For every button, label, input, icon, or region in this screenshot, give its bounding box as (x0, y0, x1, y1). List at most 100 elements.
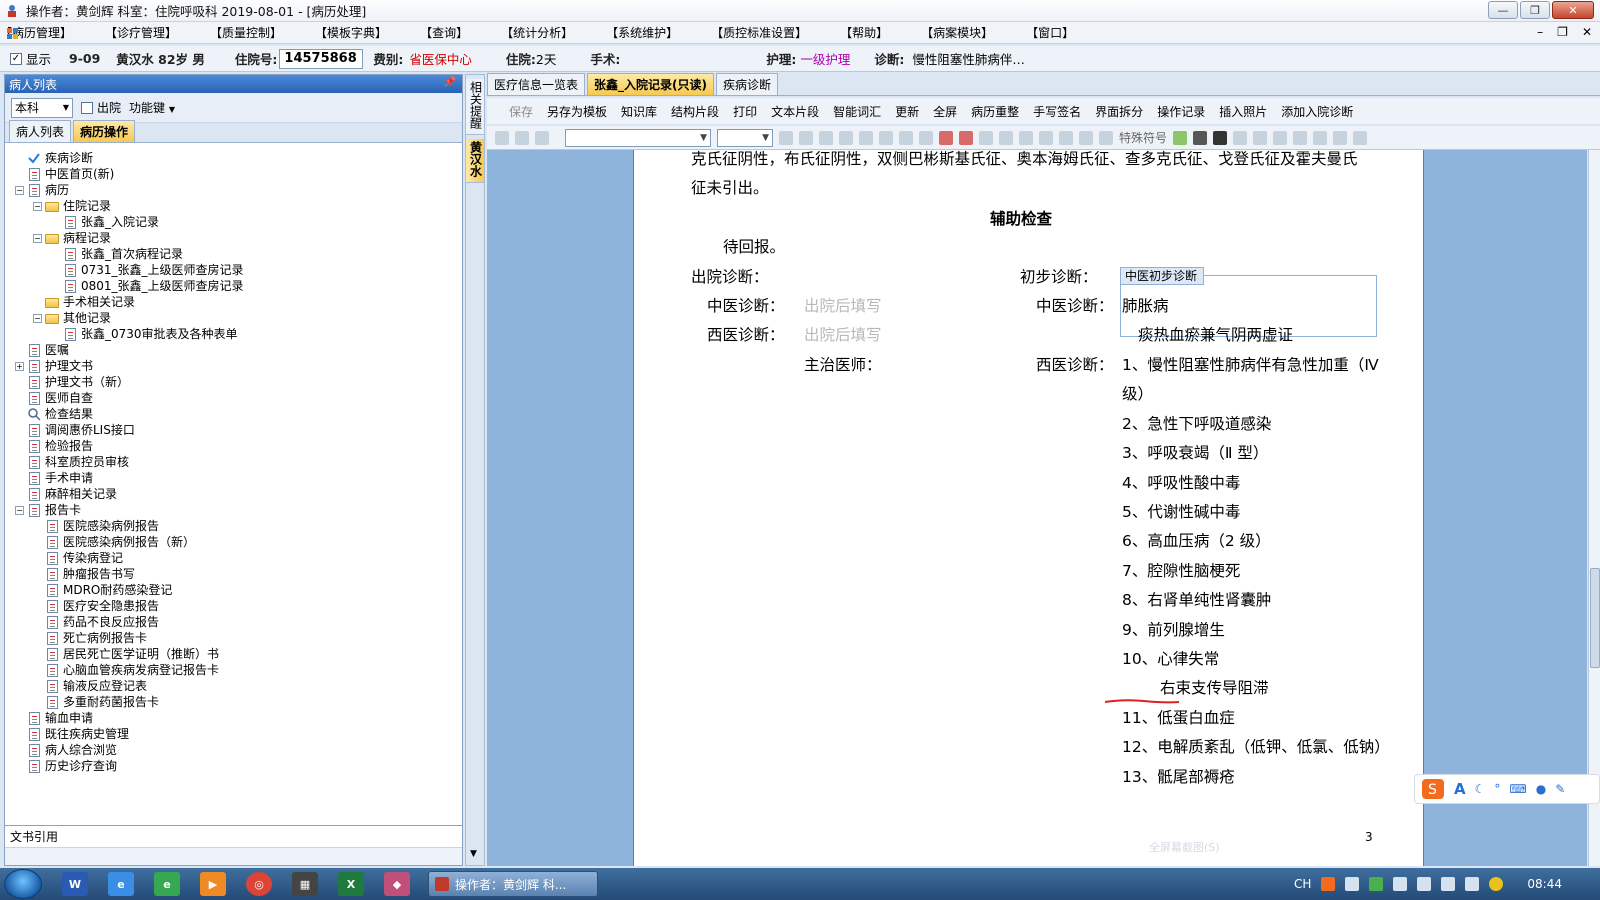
menu-statistics[interactable]: 【统计分析】 (501, 24, 573, 41)
search-icon[interactable] (1193, 130, 1208, 145)
menu-system[interactable]: 【系统维护】 (606, 24, 678, 41)
cells-icon[interactable] (1333, 130, 1348, 145)
tree-node[interactable]: − 其他记录 (5, 310, 462, 326)
tree-node[interactable]: − 住院记录 (5, 198, 462, 214)
tree-node[interactable]: − 病程记录 (5, 230, 462, 246)
menu-qc-standard[interactable]: 【质控标准设置】 (711, 24, 807, 41)
media-player-icon[interactable]: ▶ (200, 872, 226, 896)
volume-icon[interactable] (1393, 877, 1408, 891)
mdi-close-button[interactable]: ✕ (1582, 25, 1592, 39)
tree-node[interactable]: 检验报告 (5, 438, 462, 454)
tab-disease-diagnosis[interactable]: 疾病诊断 (716, 73, 779, 95)
wm-dx-item[interactable]: 7、腔隙性脑梗死 (1122, 559, 1240, 581)
tab-patient-list[interactable]: 病人列表 (9, 120, 72, 142)
wm-dx-item[interactable]: 10、心律失常 (1122, 647, 1219, 669)
wm-dx-item[interactable]: 11、低蛋白血症 (1122, 706, 1235, 728)
network-icon[interactable] (1417, 877, 1432, 891)
document-scrollbar[interactable] (1588, 150, 1600, 866)
list-icon[interactable] (919, 130, 933, 145)
operation-log-button[interactable]: 操作记录 (1157, 103, 1205, 120)
tree-node[interactable]: 输血申请 (5, 710, 462, 726)
sogou-tray-icon[interactable] (1321, 877, 1336, 891)
doc-reference-bar[interactable]: 文书引用 (5, 825, 462, 847)
wm-dx-item[interactable]: 6、高血压病（2 级） (1122, 529, 1271, 551)
justify-icon[interactable] (899, 130, 913, 145)
outdent-icon[interactable] (959, 130, 973, 145)
tree-node[interactable]: 调阅惠侨LIS接口 (5, 422, 462, 438)
moon-icon[interactable]: ☾ (1475, 782, 1486, 796)
insert-icon[interactable] (1173, 130, 1188, 145)
browser-360-icon[interactable]: e (154, 872, 180, 896)
ime-toolbar[interactable]: S A ☾ ° ⌨ ● ✎ (1414, 774, 1600, 804)
wm-dx-item[interactable]: 13、骶尾部褥疮 (1122, 765, 1235, 787)
show-checkbox[interactable]: ✓ (10, 52, 22, 65)
excel-icon[interactable]: X (338, 872, 364, 896)
wm-dx-item[interactable]: 右束支传导阻滞 (1160, 676, 1269, 698)
tree-node[interactable]: 科室质控员审核 (5, 454, 462, 470)
tree-expander-icon[interactable]: − (15, 185, 24, 195)
tree-expander-icon[interactable]: + (15, 361, 24, 371)
tree-node[interactable]: 张鑫_0730审批表及各种表单 (5, 326, 462, 342)
update-button[interactable]: 更新 (895, 103, 919, 120)
fill-icon[interactable] (1039, 130, 1053, 145)
tree-node[interactable]: 历史诊疗查询 (5, 758, 462, 774)
document-page[interactable]: 克氏征阴性，布氏征阴性，双侧巴彬斯基氏征、奥本海姆氏征、查多克氏征、戈登氏征及霍… (633, 150, 1424, 866)
tab-medical-overview[interactable]: 医疗信息一览表 (487, 73, 586, 95)
text-fragment-button[interactable]: 文本片段 (771, 103, 819, 120)
binoculars-icon[interactable] (1213, 130, 1228, 145)
discharge-checkbox[interactable] (81, 101, 93, 114)
tree-node[interactable]: 中医首页(新) (5, 166, 462, 182)
monitor-icon[interactable] (1441, 877, 1456, 891)
redo-icon[interactable] (535, 130, 549, 145)
tree-expander-icon[interactable]: − (15, 505, 24, 515)
table-icon[interactable] (1079, 130, 1093, 145)
pin-icon[interactable]: 📌 (444, 77, 456, 88)
strip-scroll-down-icon[interactable]: ▼ (470, 849, 477, 859)
tree-node[interactable]: 疾病诊断 (5, 150, 462, 166)
tree-expander-icon[interactable]: − (33, 313, 42, 323)
wm-dx-item[interactable]: 5、代谢性碱中毒 (1122, 500, 1240, 522)
admit-no-field[interactable]: 14575868 (279, 48, 364, 69)
tree-node[interactable]: − 病历 (5, 182, 462, 198)
tree-node[interactable]: MDRO耐药感染登记 (5, 582, 462, 598)
tab-admission-record[interactable]: 张鑫_入院记录(只读) (587, 73, 714, 95)
wm-dx-item[interactable]: 3、呼吸衰竭（Ⅱ 型） (1122, 441, 1268, 463)
restore-button[interactable]: ❐ (1520, 1, 1550, 19)
tree-node[interactable]: 多重耐药菌报告卡 (5, 694, 462, 710)
knowledge-base-button[interactable]: 知识库 (621, 103, 657, 120)
keyboard-icon[interactable]: ⌨ (1509, 782, 1526, 796)
save-as-template-button[interactable]: 另存为模板 (547, 103, 607, 120)
align-center-icon[interactable] (859, 130, 873, 145)
print-button[interactable]: 打印 (733, 103, 757, 120)
tab-record-ops[interactable]: 病历操作 (73, 120, 136, 142)
layout-icon[interactable] (1233, 130, 1248, 145)
tree-node[interactable]: 麻醉相关记录 (5, 486, 462, 502)
tree-node[interactable]: 死亡病例报告卡 (5, 630, 462, 646)
align-left-icon[interactable] (839, 130, 853, 145)
tree-node[interactable]: 护理文书（新） (5, 374, 462, 390)
frame-icon[interactable] (1273, 130, 1288, 145)
user-icon[interactable]: ● (1536, 782, 1546, 796)
tree-node[interactable]: 病人综合浏览 (5, 742, 462, 758)
discharge-tcm-placeholder[interactable]: 出院后填写 (804, 294, 882, 316)
menu-query[interactable]: 【查询】 (420, 24, 468, 41)
italic-icon[interactable] (799, 130, 813, 145)
security-tray-icon[interactable] (1369, 877, 1384, 891)
ime-indicator[interactable]: CH (1294, 877, 1311, 891)
highlight-icon[interactable] (979, 130, 993, 145)
ime-mode-icon[interactable]: A (1454, 780, 1466, 798)
tree-node[interactable]: 肿瘤报告书写 (5, 566, 462, 582)
app-icon[interactable]: ◆ (384, 872, 410, 896)
tree-node[interactable]: 医师自查 (5, 390, 462, 406)
symbol-icon[interactable] (1099, 130, 1113, 145)
menu-templates[interactable]: 【模板字典】 (315, 24, 387, 41)
wm-dx-item[interactable]: 2、急性下呼吸道感染 (1122, 412, 1271, 434)
wrench-icon[interactable]: ✎ (1555, 782, 1565, 796)
menu-help[interactable]: 【帮助】 (840, 24, 888, 41)
menu-quality-control[interactable]: 【质量控制】 (210, 24, 282, 41)
menu-case-module[interactable]: 【病案模块】 (921, 24, 993, 41)
wm-dx-item[interactable]: 4、呼吸性酸中毒 (1122, 471, 1240, 493)
scrollbar-thumb[interactable] (1590, 568, 1600, 668)
split-icon[interactable] (1313, 130, 1328, 145)
dept-combo[interactable]: 本科 ▼ (11, 97, 73, 118)
